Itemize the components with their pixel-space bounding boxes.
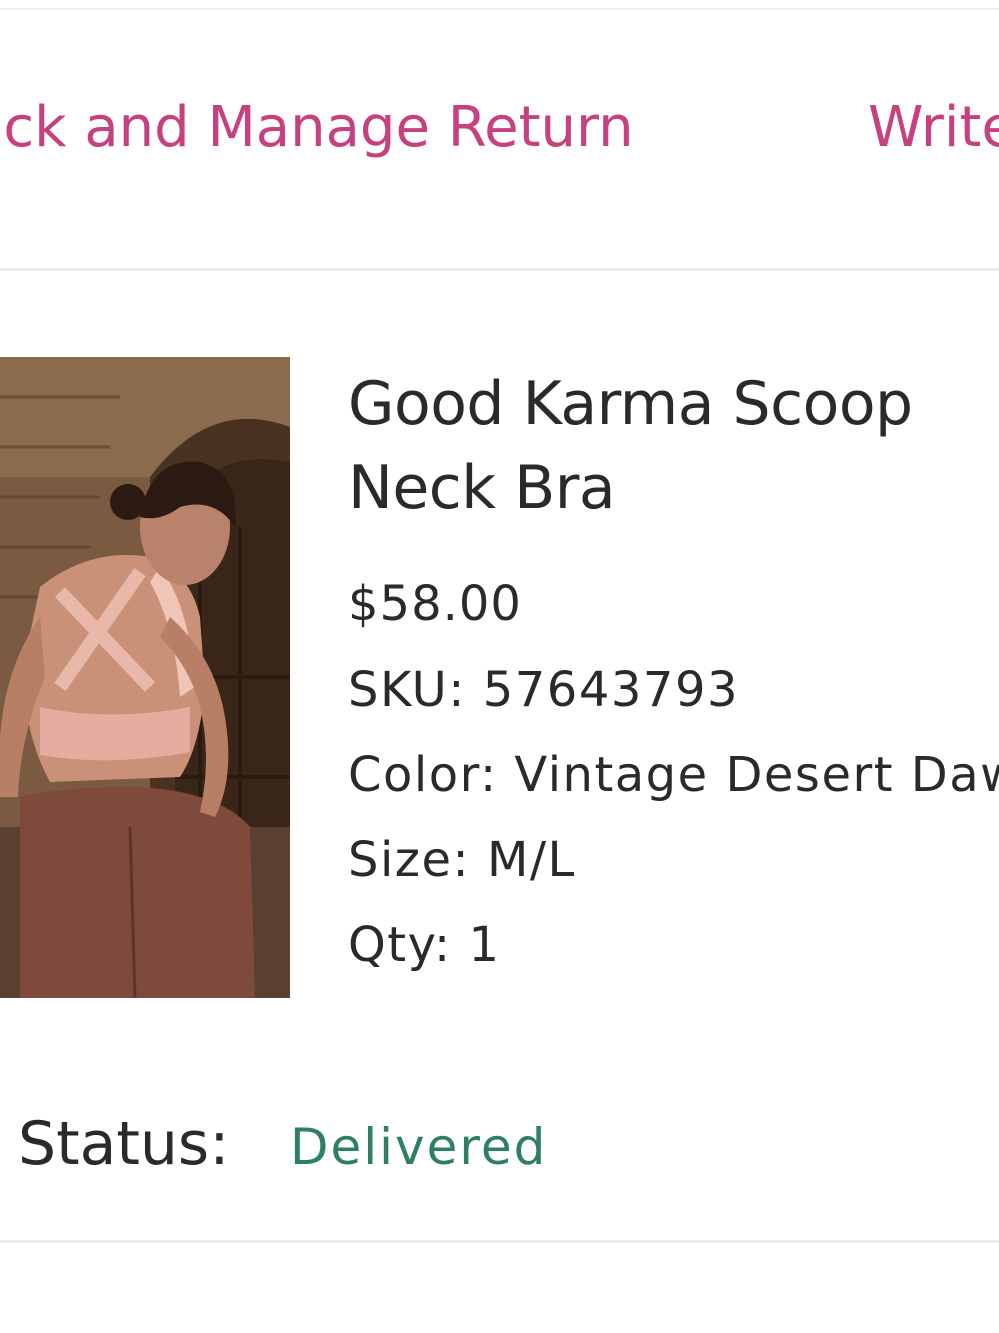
section-divider — [0, 268, 999, 271]
write-review-link[interactable]: Write a Review — [868, 90, 999, 166]
product-name[interactable]: Good Karma Scoop Neck Bra — [348, 362, 988, 530]
product-size: Size: M/L — [348, 832, 576, 888]
product-photo-illustration — [0, 357, 290, 998]
top-divider — [0, 8, 999, 10]
bottom-divider — [0, 1240, 999, 1243]
status-label: Status: — [18, 1109, 230, 1179]
track-manage-return-link[interactable]: Track and Manage Return — [0, 90, 634, 166]
product-attributes: SKU: 57643793 Color: Vintage Desert Dawn… — [348, 648, 999, 988]
order-status: Status: Delivered — [18, 1102, 545, 1186]
status-badge: Delivered — [290, 1118, 548, 1176]
product-color: Color: Vintage Desert Dawn — [348, 747, 999, 803]
order-actions: Track and Manage Return Write a Review — [0, 90, 999, 170]
product-sku: SKU: 57643793 — [348, 662, 740, 718]
product-price: $58.00 — [348, 576, 522, 632]
product-details: Good Karma Scoop Neck Bra $58.00 SKU: 57… — [348, 362, 999, 988]
product-image[interactable] — [0, 357, 290, 998]
product-qty: Qty: 1 — [348, 917, 501, 973]
